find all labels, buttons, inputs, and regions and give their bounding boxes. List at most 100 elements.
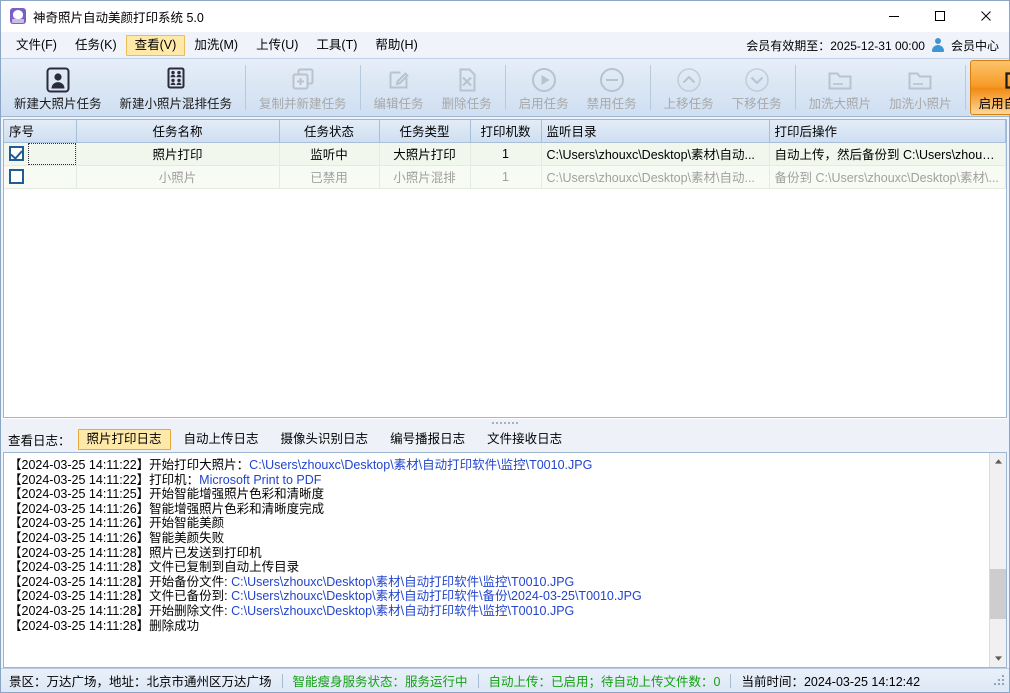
- status-auto-upload: 自动上传：已启用；待自动上传文件数：0: [479, 671, 731, 690]
- new-big-photo-task-label: 新建大照片任务: [14, 96, 102, 112]
- log-line-path: C:\Users\zhouxc\Desktop\素材\自动打印软件\监控\T00…: [249, 458, 592, 472]
- reprint-small-photo-label: 加洗小照片: [889, 96, 952, 112]
- move-up-task-icon: [675, 65, 703, 95]
- log-output-panel[interactable]: 【2024-03-25 14:11:22】开始打印大照片：C:\Users\zh…: [3, 452, 1007, 668]
- col-header-after-print[interactable]: 打印后操作: [769, 120, 1006, 142]
- tab-number-broadcast-log[interactable]: 编号播报日志: [381, 429, 474, 450]
- log-line-text: 打印机：: [149, 473, 199, 487]
- edit-task-label: 编辑任务: [374, 96, 424, 112]
- log-line-text: 【2024-03-25 14:11:28】: [9, 619, 149, 633]
- scroll-up-icon[interactable]: [990, 453, 1006, 470]
- table-row[interactable]: 2 小照片 已禁用 小照片混排 1 C:\Users\zhouxc\Deskto…: [4, 165, 1006, 188]
- tab-auto-upload-log[interactable]: 自动上传日志: [175, 429, 268, 450]
- enable-auto-upload-icon: [1002, 65, 1010, 95]
- row-task-status: 已禁用: [279, 165, 379, 188]
- close-icon[interactable]: [963, 1, 1009, 32]
- menu-item-file[interactable]: 文件(F): [7, 35, 66, 56]
- panel-splitter[interactable]: [1, 418, 1009, 427]
- row-checkbox[interactable]: [9, 146, 24, 161]
- menu-item-help[interactable]: 帮助(H): [366, 35, 426, 56]
- log-line-path: C:\Users\zhouxc\Desktop\素材\自动打印软件\备份\202…: [231, 589, 642, 603]
- log-line-path: C:\Users\zhouxc\Desktop\素材\自动打印软件\监控\T00…: [231, 604, 574, 618]
- table-row[interactable]: 1 照片打印 监听中 大照片打印 1 C:\Users\zhouxc\Deskt…: [4, 142, 1006, 165]
- scrollbar-track[interactable]: [990, 470, 1006, 650]
- enable-task-label: 启用任务: [519, 96, 569, 112]
- enable-auto-upload-button[interactable]: 启用自动上传: [970, 60, 1010, 115]
- col-header-index[interactable]: 序号: [4, 120, 76, 142]
- menu-item-view[interactable]: 查看(V): [126, 35, 186, 56]
- maximize-icon[interactable]: [917, 1, 963, 32]
- minimize-icon[interactable]: [871, 1, 917, 32]
- reprint-big-photo-icon: [826, 65, 854, 95]
- member-center-link[interactable]: 会员中心: [951, 37, 999, 54]
- new-big-photo-task-button[interactable]: 新建大照片任务: [5, 60, 111, 115]
- col-header-task-type[interactable]: 任务类型: [379, 120, 470, 142]
- log-line-text: 【2024-03-25 14:11:28】: [9, 589, 149, 603]
- move-up-task-button: 上移任务: [655, 60, 723, 115]
- toolbar-group-new: 新建大照片任务 新建小照片混排任务: [5, 60, 241, 115]
- scrollbar-thumb[interactable]: [990, 569, 1006, 619]
- row-checkbox[interactable]: [9, 169, 24, 184]
- log-line: 【2024-03-25 14:11:26】开始智能美颜: [9, 516, 986, 531]
- col-header-task-name[interactable]: 任务名称: [76, 120, 279, 142]
- scroll-down-icon[interactable]: [990, 650, 1006, 667]
- col-header-printer-count[interactable]: 打印机数: [470, 120, 541, 142]
- move-down-task-button: 下移任务: [723, 60, 791, 115]
- toolbar-separator: [795, 65, 796, 110]
- enable-auto-upload-label: 启用自动上传: [979, 96, 1010, 112]
- log-vertical-scrollbar[interactable]: [989, 453, 1006, 667]
- log-line: 【2024-03-25 14:11:28】文件已备份到: C:\Users\zh…: [9, 589, 986, 604]
- reprint-big-photo-button: 加洗大照片: [800, 60, 881, 115]
- log-line: 【2024-03-25 14:11:22】开始打印大照片：C:\Users\zh…: [9, 458, 986, 473]
- title-bar: 神奇照片自动美颜打印系统 5.0: [1, 1, 1009, 32]
- log-line: 【2024-03-25 14:11:25】开始智能增强照片色彩和清晰度: [9, 487, 986, 502]
- row-index-cell[interactable]: 1: [4, 142, 76, 165]
- log-lines: 【2024-03-25 14:11:22】开始打印大照片：C:\Users\zh…: [4, 453, 989, 667]
- row-index-cell[interactable]: 2: [4, 165, 76, 188]
- disable-task-label: 禁用任务: [587, 96, 637, 112]
- table-header-row: 序号 任务名称 任务状态 任务类型 打印机数 监听目录 打印后操作: [4, 120, 1006, 142]
- row-after-print: 备份到 C:\Users\zhouxc\Desktop\素材\...: [769, 165, 1006, 188]
- row-watch-dir: C:\Users\zhouxc\Desktop\素材\自动...: [541, 142, 769, 165]
- row-task-type: 大照片打印: [379, 142, 470, 165]
- new-small-photo-mix-task-button[interactable]: 新建小照片混排任务: [111, 60, 242, 115]
- log-line-path: C:\Users\zhouxc\Desktop\素材\自动打印软件\监控\T00…: [231, 575, 574, 589]
- col-header-task-status[interactable]: 任务状态: [279, 120, 379, 142]
- status-location: 景区：万达广场，地址：北京市通州区万达广场: [9, 671, 282, 690]
- log-line-text: 【2024-03-25 14:11:25】: [9, 487, 149, 501]
- log-tab-bar: 查看日志： 照片打印日志 自动上传日志 摄像头识别日志 编号播报日志 文件接收日…: [1, 427, 1009, 452]
- menu-item-tools[interactable]: 工具(T): [307, 35, 366, 56]
- log-line-text: 开始删除文件:: [149, 604, 231, 618]
- log-line-text: 智能美颜失败: [149, 531, 224, 545]
- menu-item-upload[interactable]: 上传(U): [247, 35, 307, 56]
- toolbar-group-auto-upload: 启用自动上传: [970, 60, 1010, 115]
- edit-task-icon: [385, 65, 413, 95]
- delete-task-icon: [453, 65, 481, 95]
- log-line-text: 【2024-03-25 14:11:26】: [9, 502, 149, 516]
- log-line: 【2024-03-25 14:11:28】文件已复制到自动上传目录: [9, 560, 986, 575]
- resize-grip-icon[interactable]: [994, 675, 1006, 687]
- log-line-text: 【2024-03-25 14:11:22】: [9, 473, 149, 487]
- window-title: 神奇照片自动美颜打印系统 5.0: [33, 7, 204, 26]
- log-line-text: 【2024-03-25 14:11:28】: [9, 604, 149, 618]
- user-icon: [931, 38, 945, 52]
- toolbar-group-move: 上移任务 下移任务: [655, 60, 791, 115]
- status-current-time: 当前时间：2024-03-25 14:12:42: [731, 671, 930, 690]
- log-line: 【2024-03-25 14:11:22】打印机：Microsoft Print…: [9, 473, 986, 488]
- toolbar-group-reprint: 加洗大照片 加洗小照片: [800, 60, 961, 115]
- log-line-text: 文件已备份到:: [149, 589, 231, 603]
- col-header-watch-dir[interactable]: 监听目录: [541, 120, 769, 142]
- log-line-text: 开始智能美颜: [149, 516, 224, 530]
- task-grid[interactable]: 序号 任务名称 任务状态 任务类型 打印机数 监听目录 打印后操作 1 照片打印: [3, 119, 1007, 418]
- log-line: 【2024-03-25 14:11:26】智能美颜失败: [9, 531, 986, 546]
- enable-task-button: 启用任务: [510, 60, 578, 115]
- tab-photo-print-log[interactable]: 照片打印日志: [78, 429, 171, 450]
- tab-file-receive-log[interactable]: 文件接收日志: [478, 429, 571, 450]
- menu-item-task[interactable]: 任务(K): [66, 35, 126, 56]
- disable-task-button: 禁用任务: [578, 60, 646, 115]
- tab-camera-recognition-log[interactable]: 摄像头识别日志: [272, 429, 378, 450]
- new-small-photo-mix-task-icon: [162, 65, 190, 95]
- enable-task-icon: [530, 65, 558, 95]
- menu-item-reprint[interactable]: 加洗(M): [185, 35, 247, 56]
- delete-task-label: 删除任务: [442, 96, 492, 112]
